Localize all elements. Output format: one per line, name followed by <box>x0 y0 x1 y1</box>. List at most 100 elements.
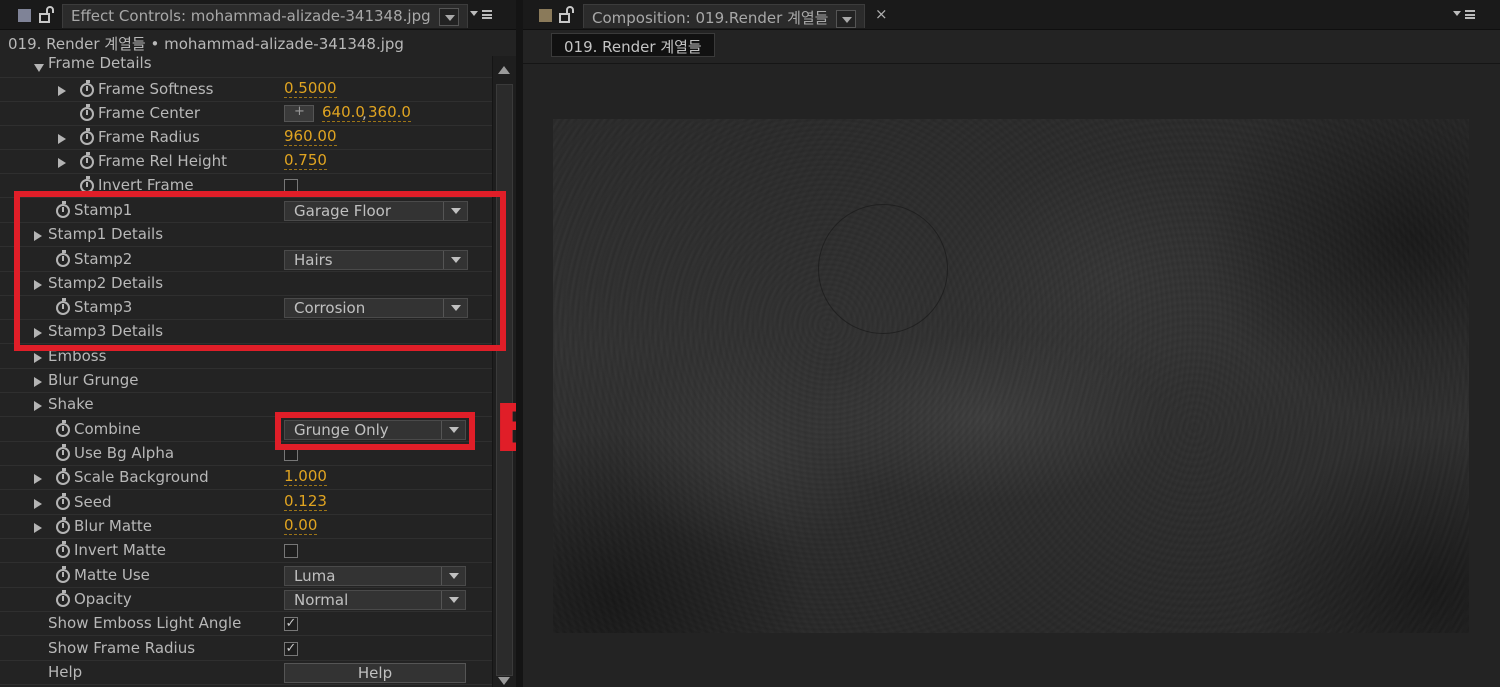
prop-value-y[interactable]: 360.0 <box>368 104 411 122</box>
twirl-arrow-icon[interactable] <box>34 401 42 411</box>
prop-label: Show Emboss Light Angle <box>48 614 242 632</box>
prop-frame-center: Frame Center 640.0 , 360.0 <box>0 102 492 126</box>
show-emboss-light-angle-checkbox[interactable]: ✓ <box>284 617 298 631</box>
grunge-texture <box>553 119 1469 633</box>
help-button[interactable]: Help <box>284 663 466 683</box>
prop-label: Blur Matte <box>74 517 153 535</box>
prop-label: Matte Use <box>74 566 150 584</box>
lock-icon[interactable] <box>559 6 575 24</box>
effect-controls-tab-strip: Effect Controls: mohammad-alizade-341348… <box>0 0 516 30</box>
prop-frame-details[interactable]: Frame Details <box>0 54 492 78</box>
prop-label: Frame Center <box>98 104 200 122</box>
effect-controls-scrollbar[interactable] <box>492 56 516 687</box>
stopwatch-icon[interactable] <box>56 493 70 510</box>
prop-label: Frame Radius <box>98 128 200 146</box>
prop-label: Shake <box>48 395 94 413</box>
prop-label: Frame Softness <box>98 80 214 98</box>
prop-value[interactable]: 1.000 <box>284 468 327 486</box>
select-value: Normal <box>294 591 349 609</box>
prop-show-emboss-light-angle: Show Emboss Light Angle ✓ <box>0 612 492 636</box>
prop-value[interactable]: 960.00 <box>284 128 337 146</box>
stopwatch-icon[interactable] <box>56 541 70 558</box>
stopwatch-icon[interactable] <box>80 128 94 145</box>
dropdown-arrow-icon[interactable] <box>441 567 465 585</box>
prop-label: Invert Matte <box>74 541 166 559</box>
prop-value[interactable]: 0.00 <box>284 517 318 535</box>
composition-flowchart-button[interactable]: 019. Render 계열들 <box>551 33 715 57</box>
stopwatch-icon[interactable] <box>56 517 70 534</box>
prop-label: Combine <box>74 420 141 438</box>
prop-frame-softness: Frame Softness 0.5000 <box>0 78 492 102</box>
opacity-select[interactable]: Normal <box>284 590 466 610</box>
prop-label: Frame Rel Height <box>98 152 228 170</box>
prop-value[interactable]: 0.123 <box>284 493 327 511</box>
prop-label: Use Bg Alpha <box>74 444 175 462</box>
prop-value-x[interactable]: 640.0 <box>322 104 365 122</box>
prop-label: Seed <box>74 493 112 511</box>
prop-show-frame-radius: Show Frame Radius ✓ <box>0 637 492 661</box>
prop-label: Show Frame Radius <box>48 639 196 657</box>
scroll-thumb[interactable] <box>496 84 513 676</box>
twirl-open-icon[interactable] <box>34 64 44 72</box>
scroll-up-icon[interactable] <box>498 66 510 74</box>
stopwatch-icon[interactable] <box>80 104 94 121</box>
prop-opacity: Opacity Normal <box>0 588 492 612</box>
twirl-arrow-icon[interactable] <box>34 353 42 363</box>
panel-color-swatch-icon <box>18 9 31 22</box>
tab-effect-controls-label: Effect Controls: mohammad-alizade-341348… <box>71 7 431 25</box>
stopwatch-icon[interactable] <box>56 420 70 437</box>
prop-frame-rel-height: Frame Rel Height 0.750 <box>0 150 492 174</box>
callout-box-b <box>275 412 475 450</box>
panel-color-swatch-icon <box>539 9 552 22</box>
lock-icon[interactable] <box>39 6 55 24</box>
invert-matte-checkbox[interactable] <box>284 544 298 558</box>
prop-label: Scale Background <box>74 468 209 486</box>
prop-label: Opacity <box>74 590 132 608</box>
callout-box-a <box>14 191 506 351</box>
prop-matte-use: Matte Use Luma <box>0 564 492 588</box>
prop-blur-matte: Blur Matte 0.00 <box>0 515 492 539</box>
point-crosshair-icon[interactable] <box>284 104 314 122</box>
twirl-arrow-icon[interactable] <box>34 523 42 533</box>
composition-header-divider <box>523 63 1500 64</box>
scroll-down-icon[interactable] <box>498 677 510 685</box>
chevron-down-icon[interactable] <box>836 9 857 28</box>
panel-menu-icon[interactable] <box>470 8 492 22</box>
prop-value[interactable]: 0.5000 <box>284 80 337 98</box>
composition-viewer[interactable] <box>553 119 1469 633</box>
prop-blur-grunge[interactable]: Blur Grunge <box>0 369 492 393</box>
stopwatch-icon[interactable] <box>56 566 70 583</box>
tab-composition-label: Composition: 019.Render 계열들 <box>592 9 829 27</box>
twirl-arrow-icon[interactable] <box>58 134 66 144</box>
prop-label: Blur Grunge <box>48 371 139 389</box>
panel-divider[interactable] <box>516 0 523 687</box>
stopwatch-icon[interactable] <box>80 152 94 169</box>
prop-label: Frame Details <box>48 54 152 72</box>
twirl-arrow-icon[interactable] <box>58 158 66 168</box>
stopwatch-icon[interactable] <box>56 444 70 461</box>
stopwatch-icon[interactable] <box>56 590 70 607</box>
prop-seed: Seed 0.123 <box>0 491 492 515</box>
twirl-arrow-icon[interactable] <box>34 377 42 387</box>
prop-value[interactable]: 0.750 <box>284 152 327 170</box>
stopwatch-icon[interactable] <box>56 468 70 485</box>
show-frame-radius-checkbox[interactable]: ✓ <box>284 642 298 656</box>
tab-effect-controls[interactable]: Effect Controls: mohammad-alizade-341348… <box>62 4 468 28</box>
value-separator: , <box>362 104 367 122</box>
composition-tab-strip: Composition: 019.Render 계열들 × <box>523 0 1500 30</box>
stopwatch-icon[interactable] <box>80 80 94 97</box>
composition-panel: Composition: 019.Render 계열들 × 019. Rende… <box>523 0 1500 687</box>
prop-label: Help <box>48 663 83 681</box>
twirl-arrow-icon[interactable] <box>34 474 42 484</box>
twirl-arrow-icon[interactable] <box>58 86 66 96</box>
dropdown-arrow-icon[interactable] <box>441 591 465 609</box>
panel-menu-icon[interactable] <box>1453 8 1475 22</box>
frame-radius-guide <box>818 204 948 334</box>
layer-title: 019. Render 계열들 • mohammad-alizade-34134… <box>8 35 404 53</box>
chevron-down-icon[interactable] <box>438 7 459 26</box>
twirl-arrow-icon[interactable] <box>34 499 42 509</box>
tab-composition[interactable]: Composition: 019.Render 계열들 <box>583 4 866 28</box>
close-icon[interactable]: × <box>875 5 888 23</box>
select-value: Luma <box>294 567 336 585</box>
matte-use-select[interactable]: Luma <box>284 566 466 586</box>
